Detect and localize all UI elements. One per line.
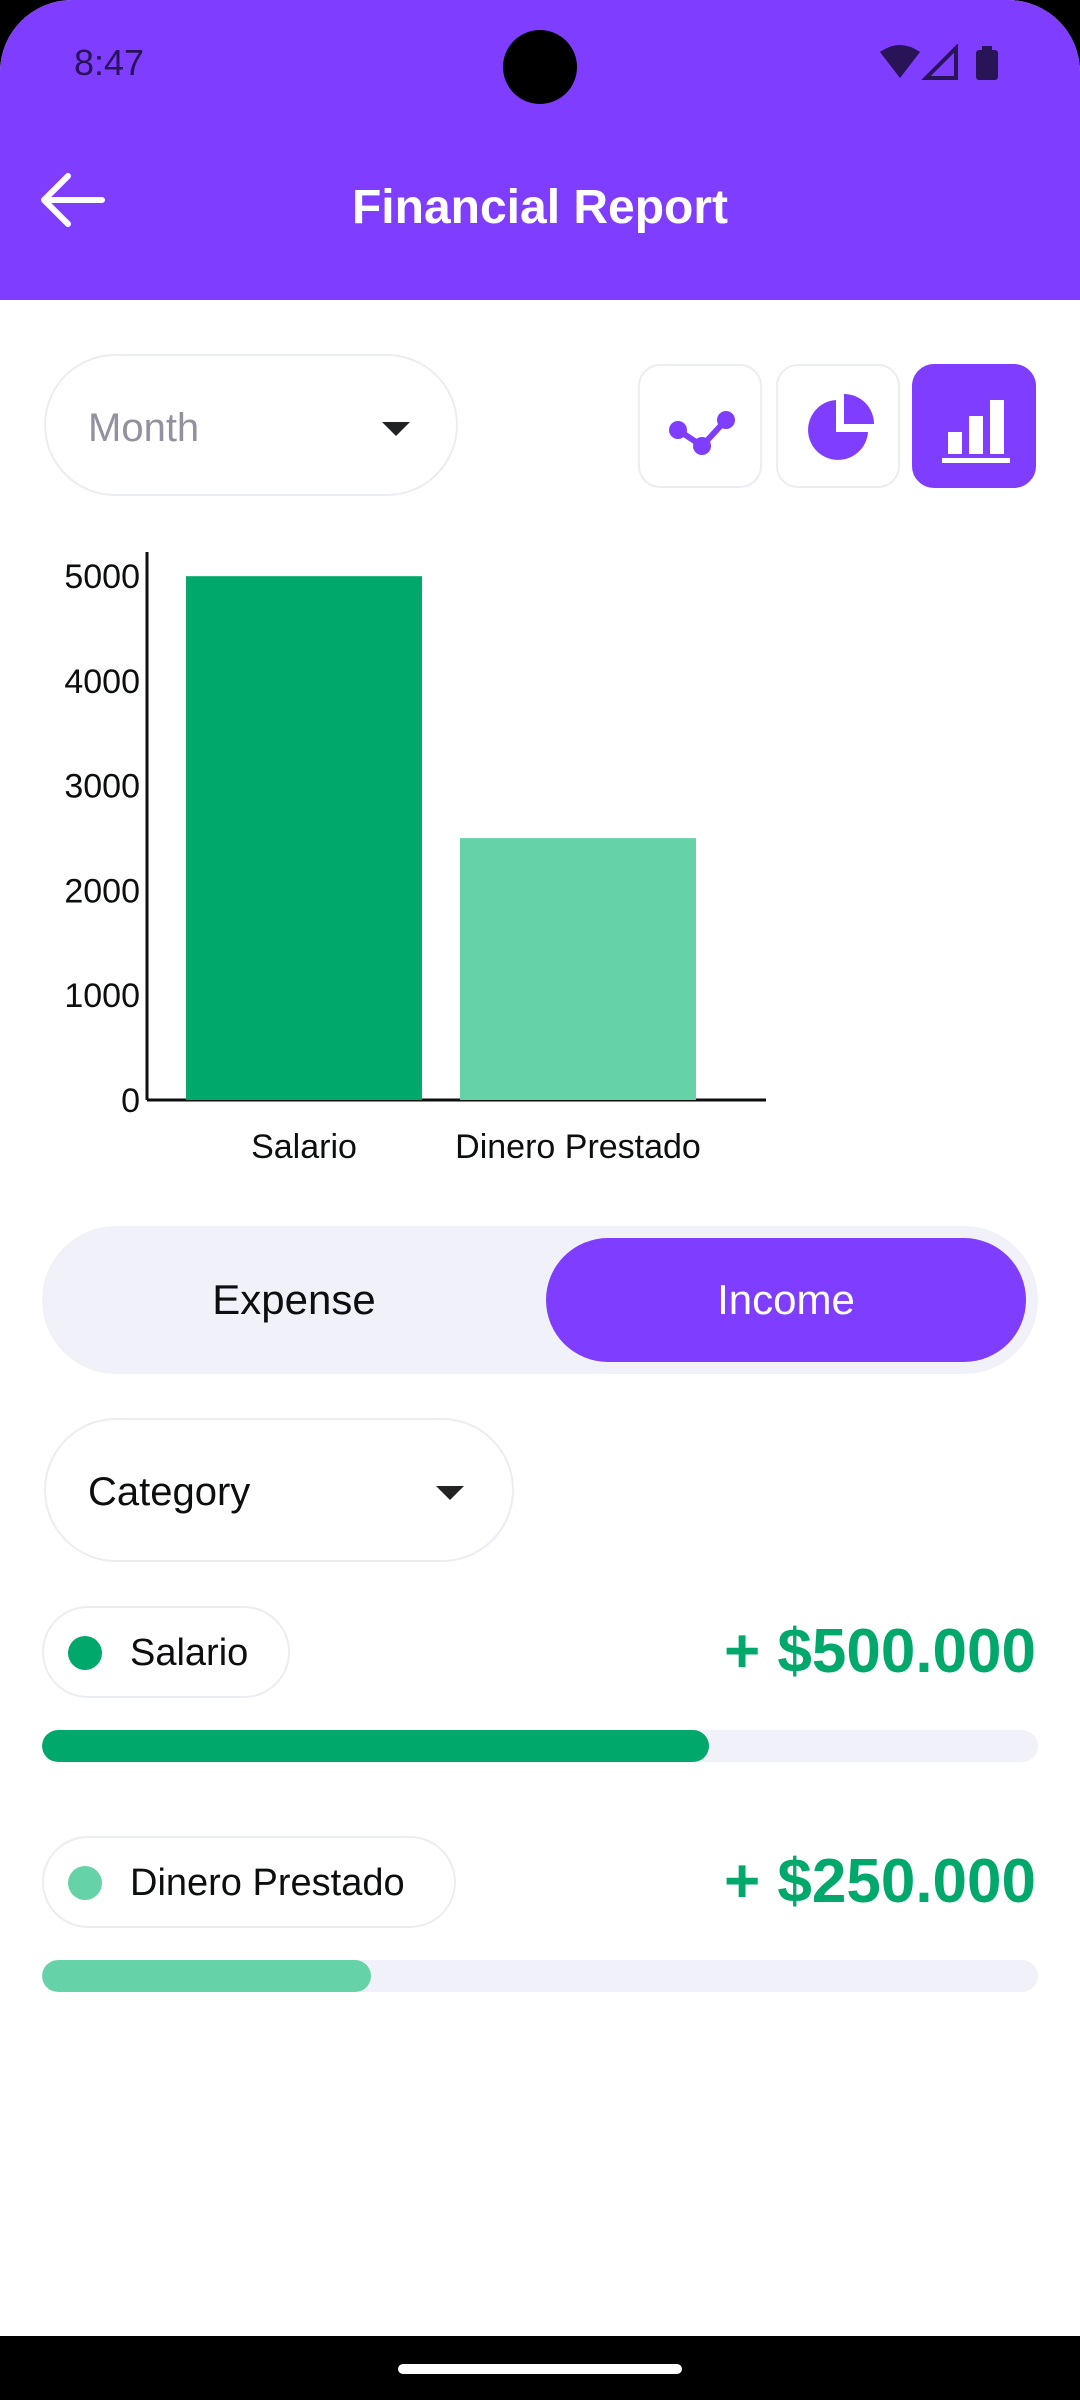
category-chip-salario[interactable]: Salario [42, 1606, 290, 1698]
category-chip-dinero-prestado[interactable]: Dinero Prestado [42, 1836, 456, 1928]
pie-chart-button[interactable] [776, 364, 900, 488]
gesture-nav-bar[interactable] [398, 2364, 682, 2374]
signal-icon [921, 44, 958, 80]
bar-salario [186, 576, 422, 1100]
tab-expense[interactable]: Expense [54, 1238, 534, 1362]
category-progress-track [42, 1960, 1038, 1992]
category-progress-fill [42, 1960, 371, 1992]
bar-chart-button[interactable] [912, 364, 1036, 488]
transaction-type-toggle: Expense Income [42, 1226, 1038, 1374]
month-dropdown-label: Month [88, 406, 200, 450]
camera-cutout [503, 30, 577, 104]
x-tick-label: Salario [251, 1128, 357, 1166]
line-chart-icon [669, 411, 735, 455]
y-tick-label: 3000 [64, 768, 140, 806]
month-dropdown[interactable]: Month [44, 354, 458, 496]
income-bar-chart: 0 1000 2000 3000 4000 5000 Salario Dinero Prest… [64, 552, 766, 1166]
category-color-dot [68, 1636, 102, 1670]
chevron-down-icon [382, 422, 410, 436]
line-chart-button[interactable] [638, 364, 762, 488]
y-tick-label: 0 [121, 1082, 140, 1120]
pie-chart-icon [808, 394, 874, 460]
category-dropdown[interactable]: Category [44, 1418, 514, 1562]
y-tick-label: 2000 [64, 872, 140, 910]
category-amount: + $250.000 [723, 1847, 1036, 1916]
app-screen: 8:47 Financial Report Month 0 1000 2000 … [0, 0, 1080, 2336]
chevron-down-icon [436, 1486, 464, 1500]
category-progress-fill [42, 1730, 710, 1762]
status-icons [880, 44, 998, 80]
battery-icon [976, 50, 998, 80]
y-tick-label: 4000 [64, 663, 140, 701]
x-tick-label: Dinero Prestado [455, 1128, 701, 1166]
category-color-dot [68, 1866, 102, 1900]
tab-income[interactable]: Income [546, 1238, 1026, 1362]
page-title: Financial Report [351, 181, 729, 234]
y-tick-label: 5000 [64, 558, 140, 596]
category-dropdown-label: Category [88, 1470, 251, 1514]
y-tick-label: 1000 [64, 977, 140, 1015]
status-time: 8:47 [74, 42, 145, 83]
category-amount: + $500.000 [723, 1617, 1036, 1686]
category-progress-track [42, 1730, 1038, 1762]
app-header: 8:47 Financial Report [0, 0, 1080, 300]
bar-dinero-prestado [460, 838, 696, 1100]
category-label: Salario [130, 1632, 249, 1674]
bar-chart-icon [942, 400, 1010, 463]
wifi-icon [880, 45, 920, 78]
category-label: Dinero Prestado [130, 1862, 405, 1904]
